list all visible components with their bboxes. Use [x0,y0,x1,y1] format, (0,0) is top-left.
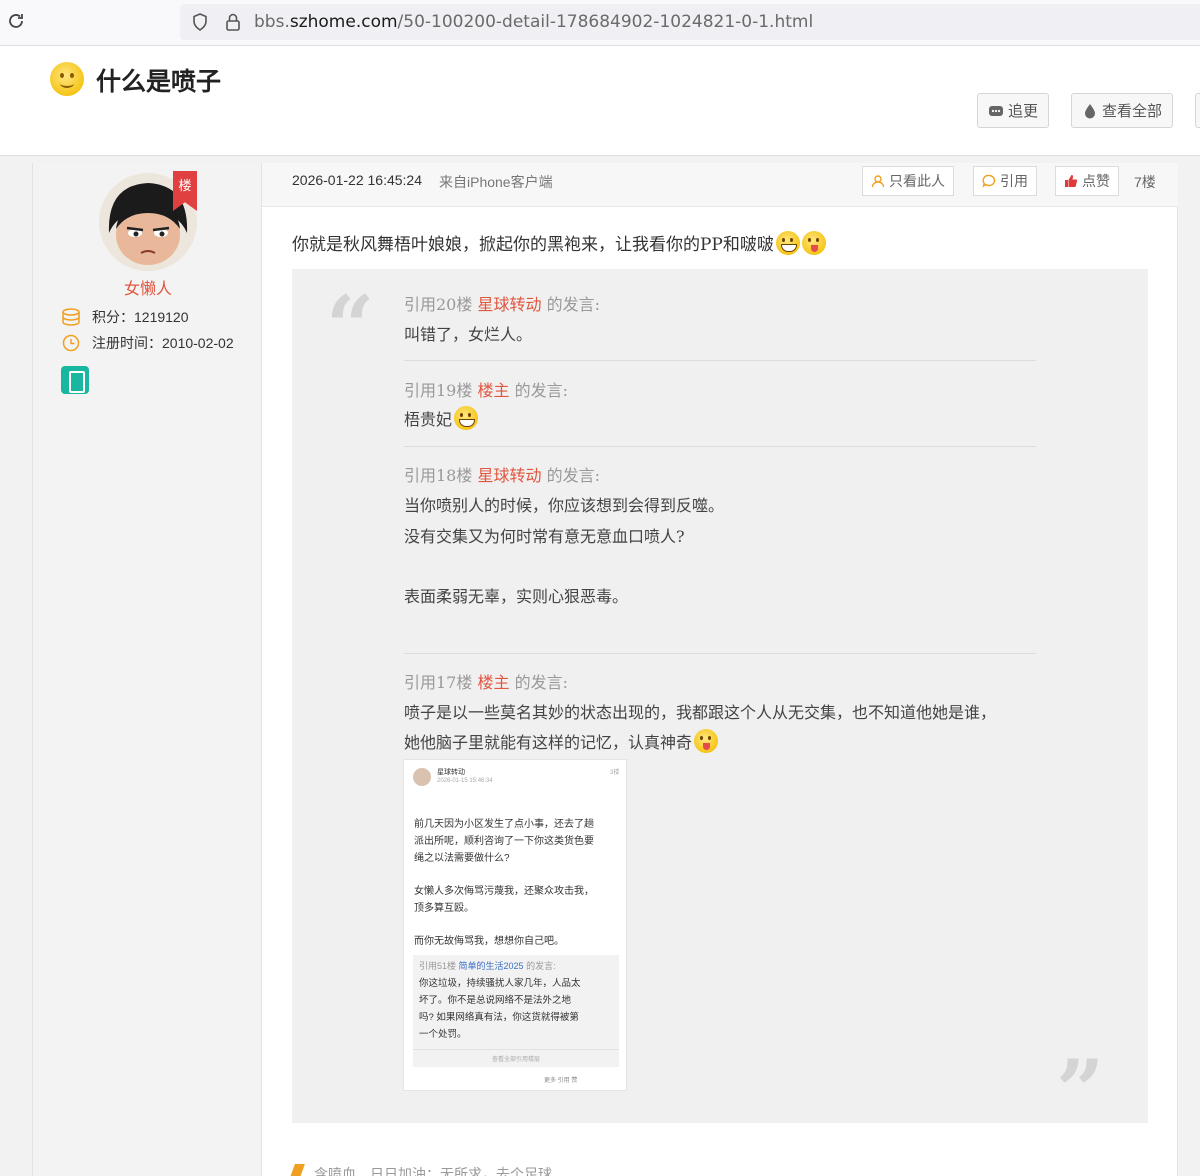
screenshot-quote-header: 引用51楼 简单的生活2025 的发言: [419,961,556,971]
mobile-user-icon [61,366,89,394]
screenshot-line: 派出所呢，顺利咨询了一下你这类货色要 [414,836,594,847]
quote-line: 叫错了，女烂人。 [404,325,533,344]
quote-line: 喷子是以一些莫名其妙的状态出现的，我都跟这个人从无交集，也不知道他她是谁， [404,703,997,722]
author-panel: 楼 女懒人 积分：1219120 注册时间：2010-02-02 [32,163,262,1176]
url-text[interactable]: bbs.szhome.com/50-100200-detail-17868490… [254,12,813,32]
quote-header: 引用18楼 星球转动 的发言: [404,466,600,485]
like-label: 点赞 [1082,173,1110,189]
quote-block: “ 引用20楼 星球转动 的发言: 叫错了，女烂人。 引用19楼 楼主 的发言:… [292,269,1148,1133]
quote-button[interactable]: 引用 [973,166,1037,196]
screenshot-quote-line: 坏了。你不是总说网络不是法外之地 [419,995,572,1006]
quote-author[interactable]: 楼主 [477,381,509,400]
quote-author[interactable]: 楼主 [477,673,509,692]
screenshot-quote-line: 吗? 如果网络真有法，你这货就得被第 [419,1012,579,1023]
post-body: 你就是秋风舞梧叶娘娘，掀起你的黑袍来，让我看你的PP和啵啵 [292,230,826,255]
post-time: 2026-01-22 16:45:24 [292,172,422,188]
screenshot-time: 2026-01-15 15:46:34 [437,778,493,784]
quote-author[interactable]: 星球转动 [477,466,541,485]
screenshot-quote-line: 你这垃圾，持续骚扰人家几年，人品太 [419,978,581,989]
post: 2026-01-22 16:45:24 来自iPhone客户端 只看此人 引用 … [262,163,1178,1176]
screenshot-author: 星球转动 [437,769,465,776]
quote-divider [404,360,1036,361]
user-icon [871,175,885,188]
screenshot-line: 而你无故侮骂我，想想你自己吧。 [414,936,564,947]
embedded-screenshot[interactable]: 星球转动 2026-01-15 15:46:34 3楼 前几天因为小区发生了点小… [403,759,627,1091]
author-name[interactable]: 女懒人 [33,275,263,299]
chat-icon [989,105,1003,116]
quote-line: 表面柔弱无辜，实则心狠恶毒。 [404,587,629,606]
thumbs-up-icon [1065,175,1078,187]
screenshot-floor: 3楼 [610,770,620,776]
close-quote-icon: ” [1056,1041,1105,1140]
quote-author[interactable]: 星球转动 [477,295,541,314]
pen-icon [289,1164,305,1176]
like-button[interactable]: 点赞 [1055,166,1119,196]
quote-label: 引用 [1000,173,1028,189]
open-quote-icon: “ [326,277,375,376]
quote-line: 梧贵妃 [404,406,479,430]
screenshot-avatar [413,768,431,786]
tongue-emoji-icon [801,231,826,255]
screenshot-quote-more: 查看全部引用楼层 [413,1049,619,1063]
quote-header: 引用19楼 楼主 的发言: [404,381,568,400]
shield-icon[interactable] [190,12,210,32]
reload-icon[interactable] [6,11,26,31]
smiley-icon [50,62,84,96]
quote-header: 引用17楼 楼主 的发言: [404,673,568,692]
screenshot-line: 前几天因为小区发生了点小事，还去了趟 [414,819,594,830]
thread-header: 什么是喷子 追更 查看全部 [0,46,1200,156]
quote-line: 没有交集又为何时常有意无意血口喷人? [404,527,685,546]
drop-icon [1085,103,1095,118]
screenshot-line: 顶多算互殴。 [414,903,474,914]
quote-divider [404,653,1036,654]
only-this-author-button[interactable]: 只看此人 [862,166,954,196]
quote-header: 引用20楼 星球转动 的发言: [404,295,600,314]
author-points: 积分：1219120 [61,307,189,327]
screenshot-line: 女懒人多次侮骂污蔑我，还聚众攻击我， [414,886,594,897]
post-source: 来自iPhone客户端 [439,174,553,190]
quote-line: 当你喷别人的时候，你应该想到会得到反噬。 [404,496,725,515]
only-this-author-label: 只看此人 [889,173,945,189]
register-text: 注册时间：2010-02-02 [92,335,234,351]
grin-emoji-icon [454,406,479,430]
screenshot-footer: 更多 引用 赞 [544,1078,578,1084]
screenshot-line: 绳之以法需要做什么? [414,853,510,864]
view-all-label: 查看全部 [1102,103,1163,120]
post-text: 你就是秋风舞梧叶娘娘，掀起你的黑袍来，让我看你的PP和啵啵 [292,235,774,255]
coins-icon [62,308,80,326]
address-bar[interactable]: bbs.szhome.com/50-100200-detail-17868490… [180,4,1200,40]
comment-icon [982,174,996,188]
screenshot-quote: 引用51楼 简单的生活2025 的发言: 你这垃圾，持续骚扰人家几年，人品太 坏… [413,955,619,1067]
grin-emoji-icon [775,231,800,255]
clock-icon [62,334,80,352]
post-meta-bar: 2026-01-22 16:45:24 来自iPhone客户端 只看此人 引用 … [262,163,1178,207]
signature: 含喷血 日日加油；无所求，去个足球 [314,1166,552,1176]
quote-divider [404,446,1036,447]
browser-toolbar: bbs.szhome.com/50-100200-detail-17868490… [0,0,1200,46]
screenshot-quote-line: 一个处罚。 [419,1029,467,1040]
more-header-button[interactable] [1195,93,1200,128]
points-text: 积分：1219120 [92,309,189,325]
view-all-button[interactable]: 查看全部 [1071,93,1174,128]
author-register-date: 注册时间：2010-02-02 [61,333,234,353]
follow-button[interactable]: 追更 [977,93,1050,128]
floor-number: 7楼 [1134,174,1156,190]
lock-icon[interactable] [224,12,242,32]
page-title: 什么是喷子 [96,68,222,96]
tongue-emoji-icon [694,729,719,753]
quote-line: 她他脑子里就能有这样的记忆，认真神奇 [404,729,719,753]
follow-label: 追更 [1008,103,1039,120]
